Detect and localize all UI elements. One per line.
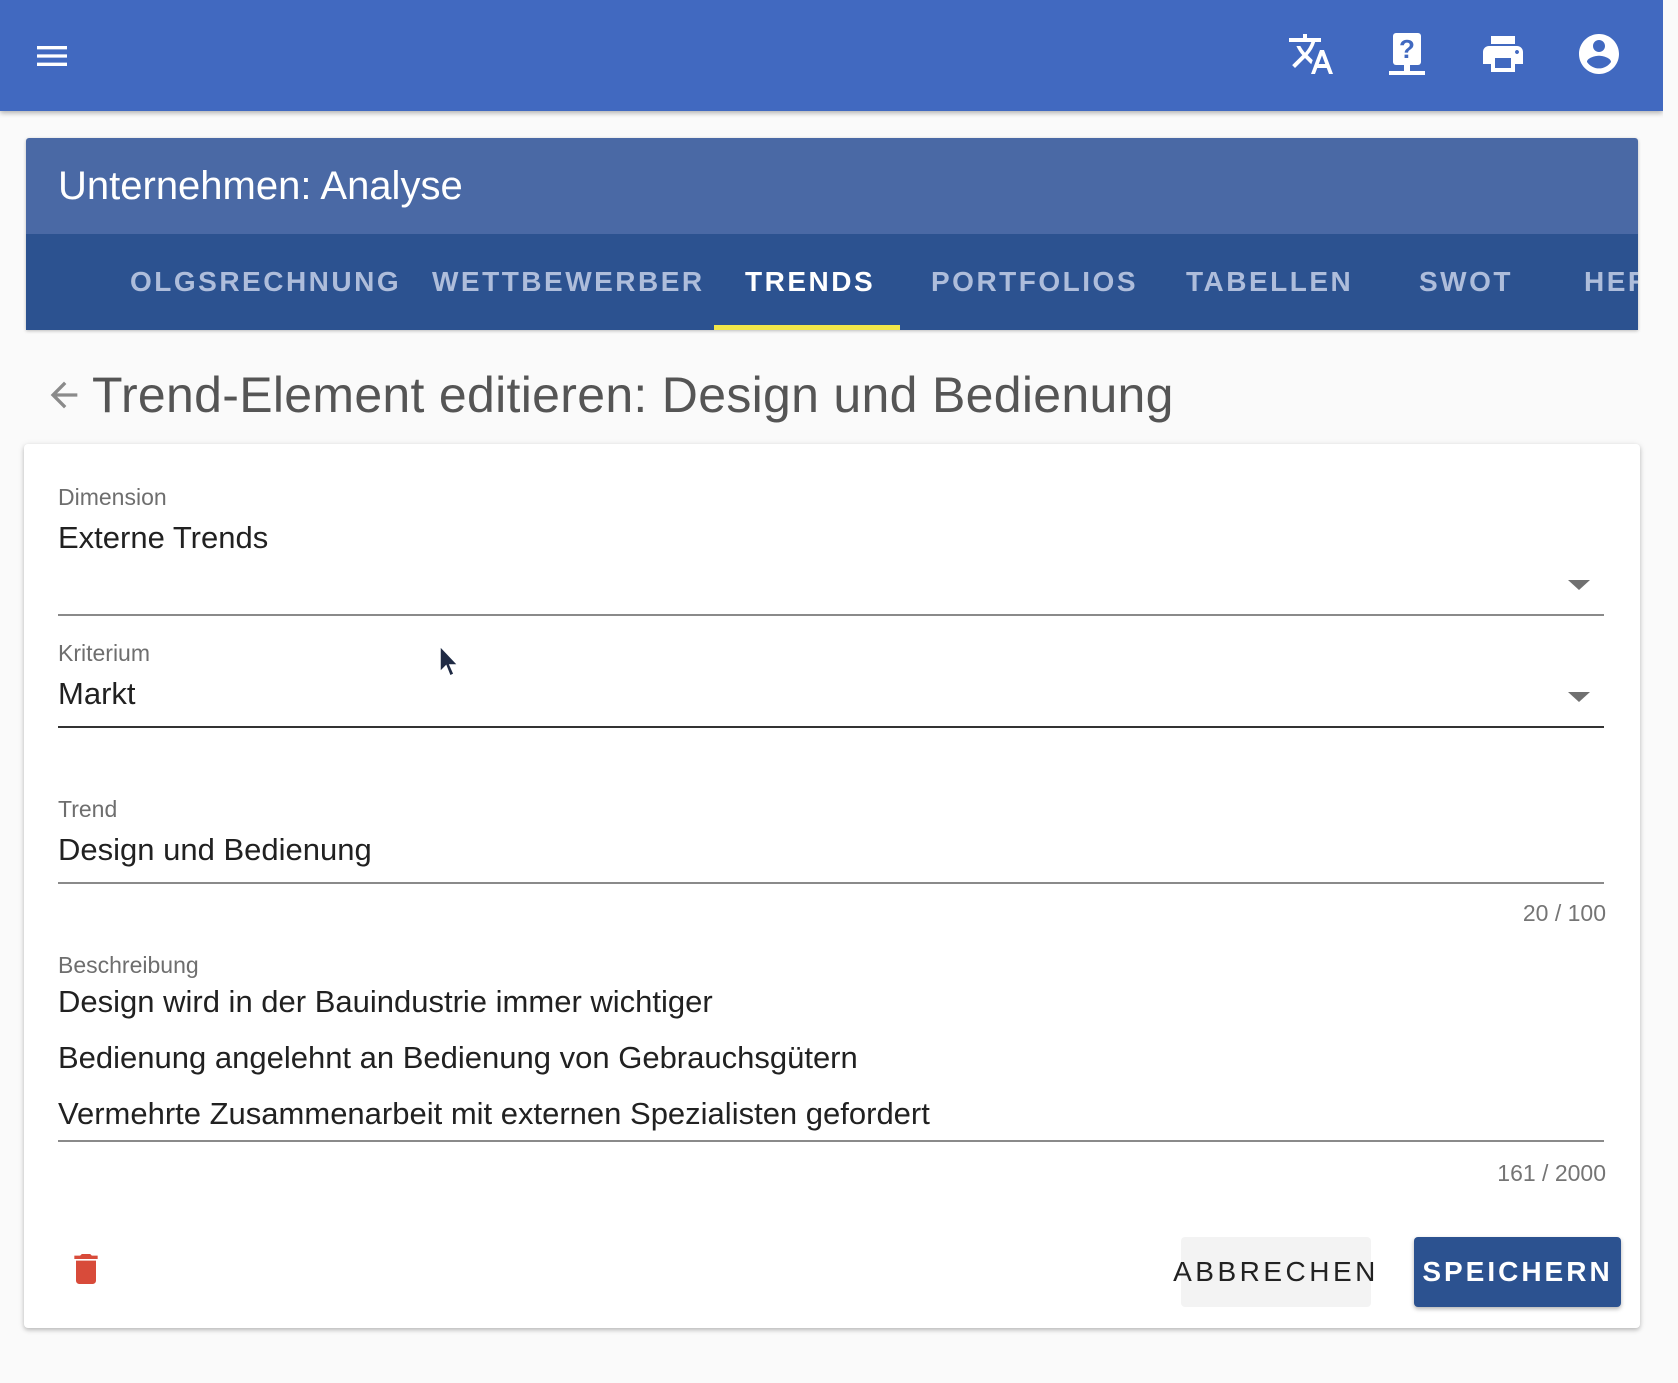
kriterium-label: Kriterium xyxy=(58,640,151,666)
dimension-value: Externe Trends xyxy=(58,520,269,555)
tab-her[interactable]: HER xyxy=(1584,234,1638,330)
translate-icon[interactable] xyxy=(1287,30,1335,78)
beschreibung-textarea[interactable]: Design wird in der Bauindustrie immer wi… xyxy=(58,974,930,1142)
trend-underline xyxy=(58,882,1604,884)
tab-portfolios[interactable]: PORTFOLIOS xyxy=(931,234,1138,330)
section-title: Unternehmen: Analyse xyxy=(26,138,1638,234)
beschreibung-underline xyxy=(58,1140,1604,1142)
kriterium-select[interactable]: Kriterium Markt xyxy=(58,640,1604,750)
tab-tabellen[interactable]: TABELLEN xyxy=(1186,234,1353,330)
app-bar: ? xyxy=(0,0,1663,111)
trend-edit-form: Dimension Externe Trends Kriterium Markt… xyxy=(24,444,1640,1328)
beschreibung-line: Vermehrte Zusammenarbeit mit externen Sp… xyxy=(58,1096,930,1131)
save-button[interactable]: SPEICHERN xyxy=(1414,1237,1621,1307)
kriterium-underline xyxy=(58,726,1604,728)
trend-label: Trend xyxy=(58,796,118,822)
analysis-header: Unternehmen: Analyse OLGSRECHNUNG WETTBE… xyxy=(26,138,1638,330)
menu-icon[interactable] xyxy=(32,36,80,76)
tab-wettbewerber[interactable]: WETTBEWERBER xyxy=(432,234,705,330)
kriterium-dropdown-icon[interactable] xyxy=(1568,692,1590,702)
print-icon[interactable] xyxy=(1479,30,1527,78)
beschreibung-field[interactable]: Beschreibung Design wird in der Bauindus… xyxy=(58,952,1604,1192)
scrollbar-gutter xyxy=(1663,0,1678,1383)
app-bar-actions: ? xyxy=(1287,30,1623,78)
tab-swot[interactable]: SWOT xyxy=(1419,234,1513,330)
page-title-row: Trend-Element editieren: Design und Bedi… xyxy=(40,360,1174,430)
dimension-label: Dimension xyxy=(58,484,167,510)
cancel-button[interactable]: ABBRECHEN xyxy=(1173,1237,1375,1307)
trend-field[interactable]: Trend Design und Bedienung xyxy=(58,796,1604,936)
beschreibung-char-counter: 161 / 2000 xyxy=(1497,1160,1606,1186)
tab-erfolgsrechnung[interactable]: OLGSRECHNUNG xyxy=(130,234,401,330)
trash-icon xyxy=(74,1254,98,1284)
active-tab-indicator xyxy=(714,325,900,330)
tab-trends[interactable]: TRENDS xyxy=(745,234,875,330)
kriterium-value: Markt xyxy=(58,676,136,711)
tab-bar: OLGSRECHNUNG WETTBEWERBER TRENDS PORTFOL… xyxy=(26,234,1638,330)
page-title: Trend-Element editieren: Design und Bedi… xyxy=(92,367,1174,423)
account-circle-icon[interactable] xyxy=(1575,30,1623,78)
dimension-select[interactable]: Dimension Externe Trends xyxy=(58,484,1604,616)
back-arrow-icon[interactable] xyxy=(40,371,88,419)
svg-text:?: ? xyxy=(1399,34,1415,64)
beschreibung-line: Bedienung angelehnt an Bedienung von Geb… xyxy=(58,1040,858,1075)
trend-input[interactable]: Design und Bedienung xyxy=(58,832,372,868)
help-icon[interactable]: ? xyxy=(1383,30,1431,78)
dimension-dropdown-icon[interactable] xyxy=(1568,580,1590,590)
dimension-underline xyxy=(58,614,1604,616)
trend-char-counter: 20 / 100 xyxy=(1522,900,1606,926)
delete-button[interactable] xyxy=(58,1241,114,1297)
beschreibung-line: Design wird in der Bauindustrie immer wi… xyxy=(58,984,713,1019)
